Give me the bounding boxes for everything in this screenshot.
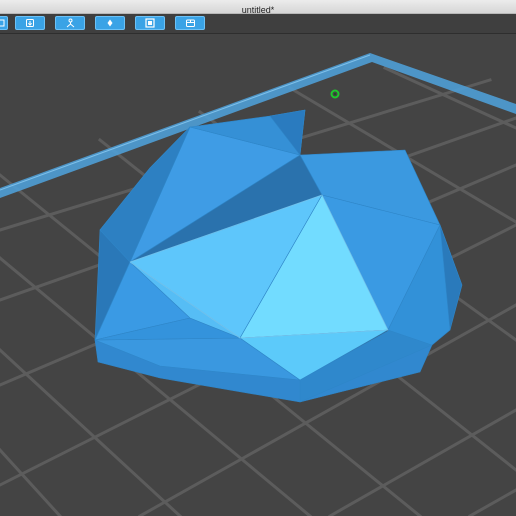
toolbar [0,14,516,34]
slice-icon [145,18,155,28]
toolbar-button-2[interactable] [15,16,45,30]
toolbar-button-6[interactable] [175,16,205,30]
toolbar-button-3[interactable] [55,16,85,30]
print-profile-icon [105,18,115,28]
panel-icon [0,19,5,27]
3d-viewport[interactable] [0,34,516,516]
toolbar-button-5[interactable] [135,16,165,30]
export-icon [185,18,196,28]
supports-icon [65,18,76,28]
import-icon [25,18,35,28]
toolbar-button-1[interactable] [0,16,8,30]
toolbar-button-4[interactable] [95,16,125,30]
title-bar: untitled* [0,0,516,15]
app-window: untitled* [0,0,516,516]
